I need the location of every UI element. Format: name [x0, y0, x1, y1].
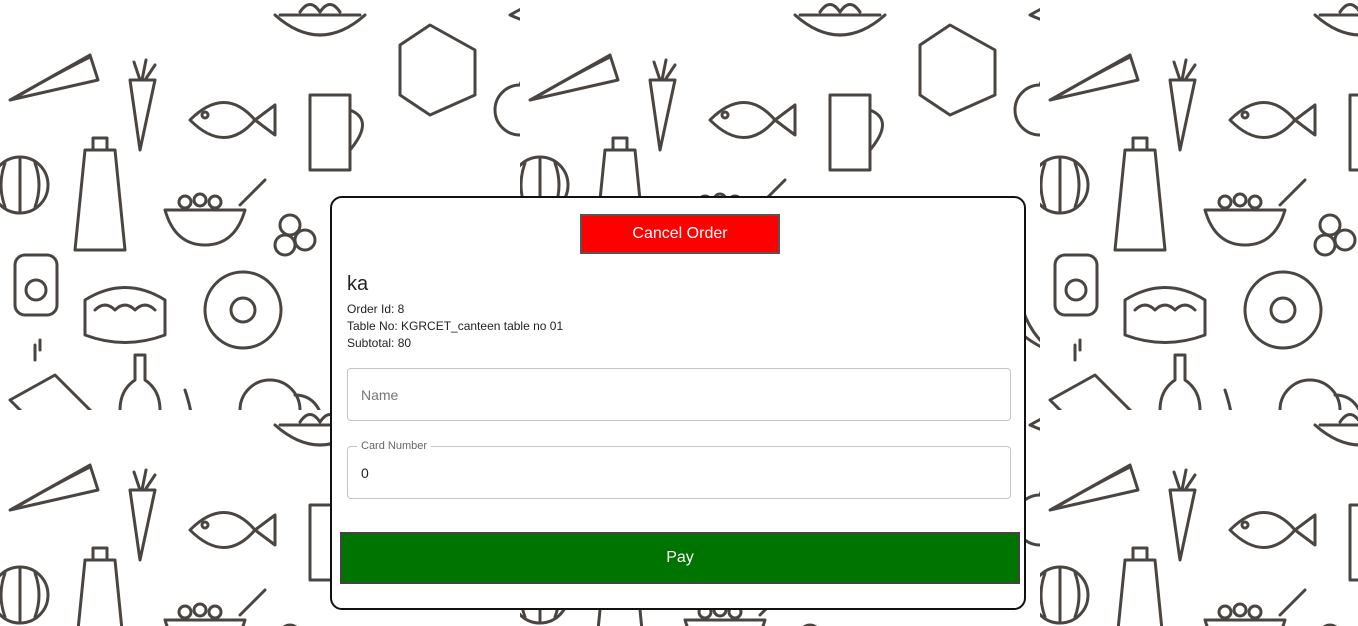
order-id-text: Order Id: 8 — [347, 302, 405, 316]
payment-dialog: Cancel Order ka Order Id: 8 Table No: KG… — [330, 196, 1026, 610]
card-number-input[interactable] — [361, 447, 991, 498]
cancel-order-button[interactable]: Cancel Order — [580, 214, 780, 254]
customer-name: ka — [347, 273, 369, 295]
pay-button[interactable]: Pay — [340, 532, 1020, 584]
table-no-text: Table No: KGRCET_canteen table no 01 — [347, 319, 564, 333]
card-number-field: Card Number — [347, 440, 1011, 499]
subtotal-text: Subtotal: 80 — [347, 336, 412, 350]
name-field — [347, 368, 1011, 421]
name-input[interactable] — [361, 369, 991, 420]
